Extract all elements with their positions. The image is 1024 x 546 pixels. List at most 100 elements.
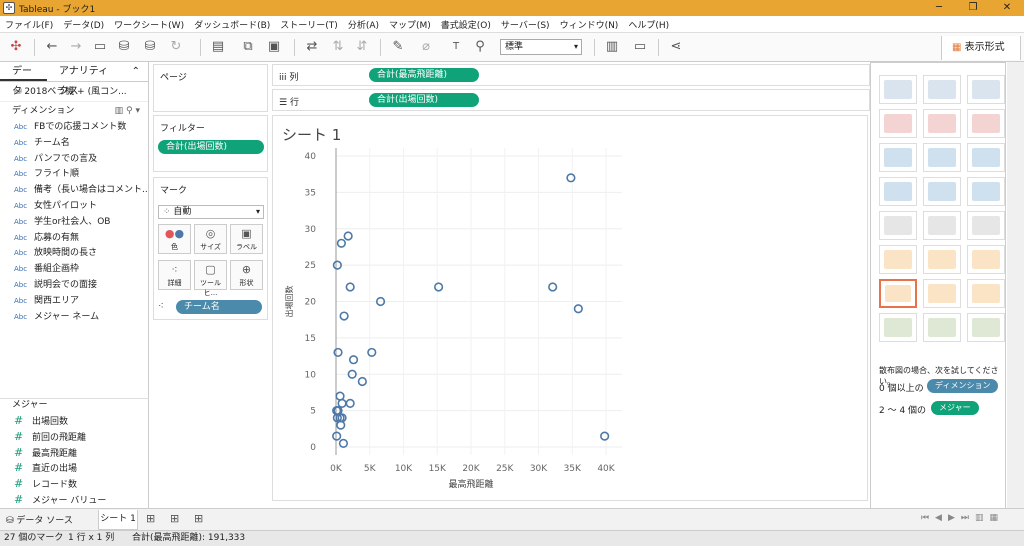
sort-desc-icon[interactable]: ⇵ — [354, 39, 370, 55]
duplicate-sheet-icon[interactable]: ⧉ — [240, 39, 256, 55]
chart-type-icon[interactable] — [879, 245, 917, 274]
chart-type-icon[interactable] — [923, 313, 961, 342]
scatter-point[interactable] — [566, 173, 576, 183]
dimension-item[interactable]: Abc フライト順 — [0, 167, 148, 183]
measure-item[interactable]: # 前回の飛距離 — [0, 429, 149, 445]
measure-item[interactable]: # メジャー バリュー — [0, 492, 149, 508]
presentation-icon[interactable]: ▭ — [632, 39, 648, 55]
dimension-item[interactable]: Abc 学生or社会人、OB — [0, 215, 148, 231]
pages-card[interactable]: ページ — [153, 64, 268, 112]
scrollbar[interactable] — [1007, 62, 1024, 508]
detail-pill[interactable]: チーム名 — [176, 300, 262, 314]
size-button[interactable]: ◎ サイズ — [194, 224, 227, 254]
redo-icon[interactable]: → — [68, 39, 84, 55]
chart-type-icon[interactable] — [967, 75, 1005, 104]
chart-type-icon[interactable] — [923, 211, 961, 240]
measure-item[interactable]: # 最高飛距離 — [0, 445, 149, 461]
minimize-icon[interactable]: ─ — [922, 0, 956, 16]
dimension-item[interactable]: Abc FBでの応援コメント数 — [0, 120, 148, 136]
chart-type-icon[interactable] — [879, 75, 917, 104]
chart-type-icon[interactable] — [879, 143, 917, 172]
chart-type-icon[interactable] — [879, 109, 917, 138]
close-icon[interactable]: ✕ — [990, 0, 1024, 16]
show-cards-icon[interactable]: ▥ — [604, 39, 620, 55]
chart-type-icon[interactable] — [967, 143, 1005, 172]
datasource-item[interactable]: ⛁ 2018ベラ機 + (風コン... — [0, 82, 148, 102]
show-labels-icon[interactable]: T — [448, 39, 464, 55]
chart-type-icon[interactable] — [879, 211, 917, 240]
scatter-point[interactable] — [335, 391, 345, 401]
dimension-item[interactable]: Abc パンフでの言及 — [0, 152, 148, 168]
dimension-item[interactable]: Abc チーム名 — [0, 136, 148, 152]
chart-type-icon[interactable] — [967, 109, 1005, 138]
menu-window[interactable]: ウィンドウ(N) — [555, 18, 624, 31]
sheet-tab[interactable]: シート 1 — [98, 510, 138, 530]
menu-map[interactable]: マップ(M) — [384, 18, 436, 31]
menu-data[interactable]: データ(D) — [58, 18, 109, 31]
menu-dashboard[interactable]: ダッシュボード(B) — [189, 18, 275, 31]
scatter-point[interactable] — [338, 438, 349, 448]
chart-type-icon[interactable] — [967, 245, 1005, 274]
scatter-plot-chart-icon[interactable] — [879, 279, 917, 308]
menu-analysis[interactable]: 分析(A) — [343, 18, 384, 31]
scatter-point[interactable] — [548, 282, 558, 292]
scatter-point[interactable] — [343, 231, 353, 241]
chart-type-icon[interactable] — [967, 279, 1005, 308]
chart-type-icon[interactable] — [923, 75, 961, 104]
menu-help[interactable]: ヘルプ(H) — [623, 18, 674, 31]
color-button[interactable]: ●● 色 — [158, 224, 191, 254]
chart-type-icon[interactable] — [923, 143, 961, 172]
chart-type-icon[interactable] — [879, 313, 917, 342]
dimension-item[interactable]: Abc メジャー ネーム — [0, 310, 148, 326]
show-me-tab[interactable]: ▦ 表示形式 — [941, 36, 1021, 60]
scatter-point[interactable] — [339, 311, 349, 321]
measure-item[interactable]: # 出場回数 — [0, 413, 149, 429]
pause-updates-icon[interactable]: ⛁ — [142, 39, 158, 55]
save-icon[interactable]: ▭ — [92, 39, 108, 55]
filter-pill[interactable]: 合計(出場回数) — [158, 140, 264, 154]
dimension-item[interactable]: Abc 関西エリア — [0, 294, 148, 310]
chart-type-icon[interactable] — [879, 177, 917, 206]
undo-icon[interactable]: ← — [44, 39, 60, 55]
menu-worksheet[interactable]: ワークシート(W) — [109, 18, 189, 31]
fit-select[interactable]: 標準 ▾ — [500, 39, 582, 55]
dimension-item[interactable]: Abc 女性パイロット — [0, 199, 148, 215]
tooltip-button[interactable]: ▢ ツールヒ... — [194, 260, 227, 297]
filters-card[interactable]: フィルター 合計(出場回数) — [153, 115, 268, 172]
new-story-icon[interactable]: ⊞ — [194, 512, 203, 525]
scatter-chart[interactable]: 0 5 10 15 20 25 30 35 40 0K 5K 10K 15K 20K 25K 30K 35K 40… — [272, 115, 868, 501]
scatter-point[interactable] — [345, 282, 355, 292]
scatter-point[interactable] — [336, 420, 346, 430]
highlight-icon[interactable]: ✎ — [390, 39, 406, 55]
sort-asc-icon[interactable]: ⇅ — [330, 39, 346, 55]
chart-type-icon[interactable] — [967, 313, 1005, 342]
chart-type-icon[interactable] — [923, 245, 961, 274]
columns-shelf[interactable]: iii 列 合計(最高飛距離) — [272, 64, 870, 86]
chart-type-icon[interactable] — [923, 279, 961, 308]
swap-icon[interactable]: ⇄ — [304, 39, 320, 55]
new-worksheet-icon[interactable]: ⊞ — [146, 512, 155, 525]
group-icon[interactable]: ⌀ — [418, 39, 434, 55]
scatter-point[interactable] — [357, 376, 367, 387]
dimension-item[interactable]: Abc 放映時間の長さ — [0, 246, 148, 262]
share-icon[interactable]: ⋖ — [668, 39, 684, 55]
tab-analytics[interactable]: アナリティクス — [47, 62, 124, 97]
tableau-home-icon[interactable]: ✣ — [8, 39, 24, 55]
scatter-point[interactable] — [336, 238, 346, 248]
clear-sheet-icon[interactable]: ▣ — [266, 39, 282, 55]
chart-type-icon[interactable] — [967, 211, 1005, 240]
measure-item[interactable]: # レコード数 — [0, 476, 149, 492]
scatter-point[interactable] — [367, 347, 377, 358]
rows-shelf[interactable]: ☰ 行 合計(出場回数) — [272, 89, 870, 111]
maximize-icon[interactable]: ❐ — [956, 0, 990, 16]
rows-pill[interactable]: 合計(出場回数) — [369, 93, 479, 107]
chart-type-icon[interactable] — [967, 177, 1005, 206]
menu-server[interactable]: サーバー(S) — [496, 18, 555, 31]
mark-type-select[interactable]: ⁘ 自動 ▾ — [158, 205, 264, 219]
columns-pill[interactable]: 合計(最高飛距離) — [369, 68, 479, 82]
menu-format[interactable]: 書式設定(O) — [436, 18, 496, 31]
shape-button[interactable]: ⊕ 形状 — [230, 260, 263, 290]
scatter-point[interactable] — [600, 431, 610, 441]
tab-data[interactable]: データ — [0, 62, 47, 97]
new-worksheet-icon[interactable]: ▤ — [210, 39, 226, 55]
